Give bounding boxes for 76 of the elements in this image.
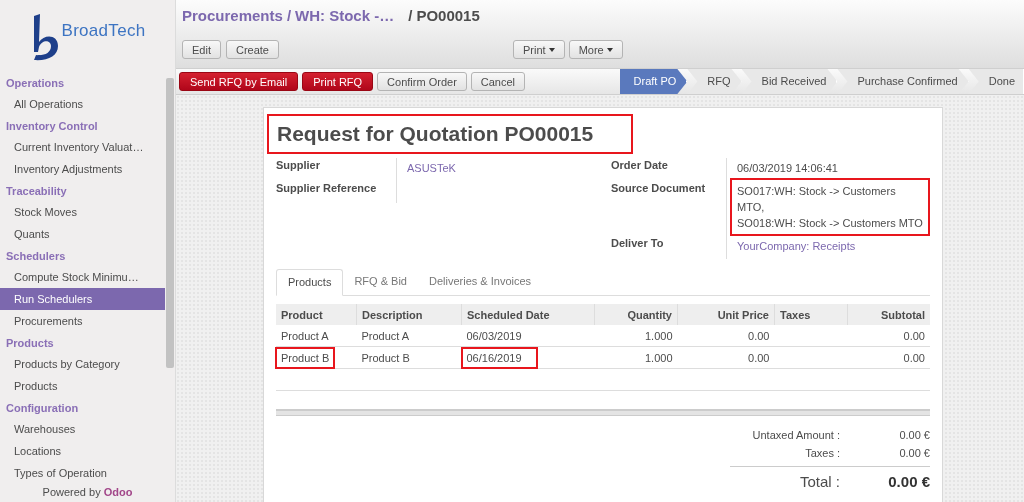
table-cell-text: 1.000 [643,328,674,344]
field-label: Source Document [611,181,707,196]
toolbar-button[interactable]: Edit [182,40,221,59]
field-label: Order Date [611,158,669,173]
caret-icon [606,47,613,52]
dropdown-button[interactable]: More [568,40,623,59]
table-cell-text: 0.00 [747,350,771,366]
menu-item[interactable]: Types of Operation [0,462,165,484]
total-value: 0.00 € [899,447,930,459]
table-cell-text: Product B [360,350,411,366]
table-cell-text: 06/03/2019 [465,328,523,344]
total-label: Untaxed Amount : [751,429,840,441]
table-cell-text: Product A [280,328,330,344]
column-header[interactable]: Subtotal [847,304,930,325]
column-header[interactable]: Taxes [774,304,848,325]
menu-item[interactable]: Locations [0,440,165,462]
menu-section-title: Traceability [5,184,68,199]
status-stage[interactable]: Draft PO [619,69,688,94]
total-label: Total : [798,472,840,490]
form-title: Request for Quotation PO00015 [267,114,634,154]
column-header[interactable]: Scheduled Date [461,304,595,325]
field-label: Supplier Reference [276,181,378,196]
caret-icon [548,47,555,52]
field-label: Supplier [276,158,321,173]
menu-item[interactable]: Warehouses [0,418,165,440]
table-cell: 06/16/2019 [460,346,538,369]
column-header[interactable]: Product [276,304,357,325]
menu-item[interactable]: Run Schedulers [0,288,165,310]
breadcrumb-link[interactable]: Procurements [182,7,283,24]
total-value: 0.00 € [899,429,930,441]
table-cell-text: Product A [360,328,411,344]
toolbar-button[interactable]: Create [225,40,279,59]
column-header[interactable]: Description [356,304,462,325]
table-cell-text: 1.000 [643,350,674,366]
menu-item[interactable]: Compute Stock Minimu… [0,266,165,288]
status-stage[interactable]: Done [968,69,1024,94]
table-cell: Product B [275,346,336,369]
menu-item[interactable]: Products [0,375,165,397]
action-button[interactable]: Send RFQ by Email [179,72,299,91]
menu-item[interactable]: Inventory Adjustments [0,158,165,180]
dropdown-button[interactable]: Print [513,40,565,59]
field-label: Deliver To [611,236,665,251]
breadcrumb-separator: / [408,7,413,24]
menu-item[interactable]: All Operations [0,93,165,115]
tab[interactable]: Deliveries & Invoices [418,269,543,295]
action-button[interactable]: Confirm Order [377,72,467,91]
menu-item[interactable]: Products by Category [0,353,165,375]
menu-section-title: Inventory Control [5,119,99,134]
column-header[interactable]: Quantity [594,304,678,325]
logo-text: BroadTech [61,21,146,41]
menu-section-title: Products [5,336,55,351]
table-cell-text: 0.00 [747,328,771,344]
breadcrumb-current: PO00015 [416,7,480,24]
action-button[interactable]: Print RFQ [302,72,374,91]
tab[interactable]: RFQ & Bid [343,269,418,295]
menu-item[interactable]: Procurements [0,310,165,332]
total-label: Taxes : [804,447,840,459]
column-header[interactable]: Unit Price [677,304,775,325]
field-link[interactable]: ASUSTeK [400,155,463,181]
menu-item[interactable]: Quants [0,223,165,245]
field-value: 06/03/2019 14:06:41 [736,161,839,176]
total-value: 0.00 € [888,472,930,490]
action-button[interactable]: Cancel [470,72,526,91]
breadcrumb-link[interactable]: WH: Stock -… [295,7,395,24]
field-value: SO017:WH: Stock -> Customers MTO, SO018:WH: Stock -> Customers MTO [730,178,930,236]
menu-item[interactable]: Stock Moves [0,201,165,223]
breadcrumb-separator: / [286,7,292,24]
menu-item[interactable]: Current Inventory Valuat… [0,136,165,158]
tab[interactable]: Products [276,269,344,296]
field-link[interactable]: YourCompany: Receipts [730,233,863,259]
menu-section-title: Operations [5,76,66,91]
table-cell-text: 0.00 [902,328,926,344]
powered-by-text: Powered by Odoo [42,486,133,498]
menu-section-title: Schedulers [5,249,67,264]
table-cell-text: 0.00 [902,350,926,366]
menu-section-title: Configuration [5,401,80,416]
